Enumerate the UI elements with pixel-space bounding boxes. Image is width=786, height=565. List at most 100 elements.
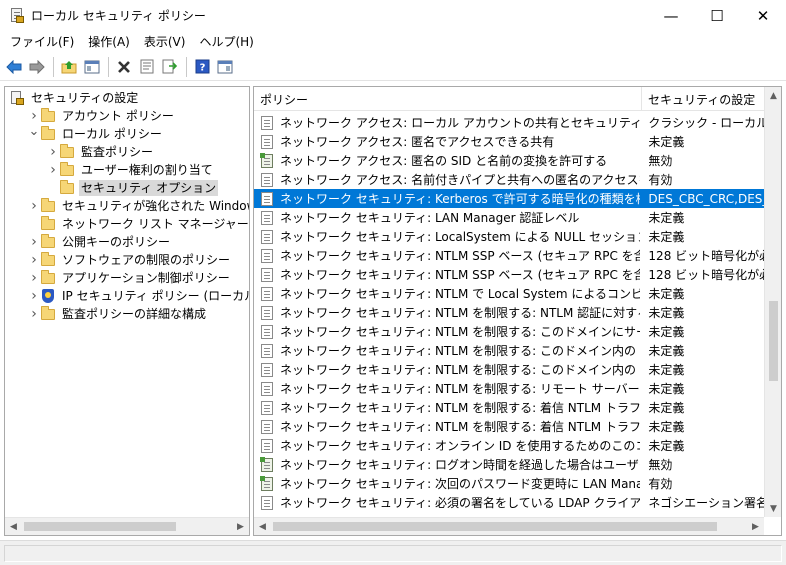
policy-name: ネットワーク セキュリティ: NTLM を制限する: このドメイン内の NTLM…	[280, 363, 640, 377]
list-row[interactable]: ネットワーク セキュリティ: オンライン ID を使用するためのこのコンピュータ…	[254, 436, 764, 455]
window-title: ローカル セキュリティ ポリシー	[31, 9, 206, 23]
chevron-right-icon[interactable]: ›	[28, 197, 40, 215]
minimize-button[interactable]: —	[648, 0, 694, 31]
back-button[interactable]	[3, 56, 25, 78]
help-button[interactable]: ?	[191, 56, 213, 78]
tree-item[interactable]: セキュリティ オプション	[47, 179, 219, 197]
scroll-right-icon[interactable]: ▶	[232, 518, 249, 535]
list-row[interactable]: ネットワーク セキュリティ: NTLM を制限する: このドメイン内の NTLM…	[254, 360, 764, 379]
security-setting-value: 未定義	[648, 363, 685, 377]
scroll-left-icon[interactable]: ◀	[254, 518, 271, 535]
list-row[interactable]: ネットワーク セキュリティ: 次回のパスワード変更時に LAN Manager …	[254, 474, 764, 493]
list-row[interactable]: ネットワーク セキュリティ: NTLM で Local System によるコン…	[254, 284, 764, 303]
chevron-right-icon[interactable]: ›	[28, 233, 40, 251]
chevron-right-icon[interactable]: ›	[47, 143, 59, 161]
tree-item[interactable]: › 監査ポリシーの詳細な構成	[28, 305, 208, 323]
scroll-down-icon[interactable]: ▼	[765, 500, 781, 517]
forward-button[interactable]	[26, 56, 48, 78]
policy-icon	[260, 495, 276, 510]
menu-action[interactable]: 操作(A)	[81, 32, 137, 52]
maximize-button[interactable]: ☐	[694, 0, 740, 31]
scroll-thumb[interactable]	[769, 301, 778, 381]
menu-file[interactable]: ファイル(F)	[3, 32, 81, 52]
tree-item[interactable]: › ソフトウェアの制限のポリシー	[28, 251, 232, 269]
list-row[interactable]: ネットワーク アクセス: 名前付きパイプと共有への匿名のアクセスを制限する有効	[254, 170, 764, 189]
security-setting-value: 128 ビット暗号化が必要	[648, 249, 764, 263]
tree-item[interactable]: › 公開キーのポリシー	[28, 233, 172, 251]
tree-item[interactable]: › ユーザー権利の割り当て	[47, 161, 215, 179]
security-setting-value: 無効	[648, 154, 673, 168]
tree-item[interactable]: › セキュリティが強化された Windows Defender ファイアウォール	[28, 197, 249, 215]
list-row[interactable]: ネットワーク セキュリティ: NTLM を制限する: NTLM 認証に対するリモ…	[254, 303, 764, 322]
policy-name: ネットワーク セキュリティ: NTLM を制限する: NTLM 認証に対するリモ…	[280, 306, 640, 320]
tree-item[interactable]: › IP セキュリティ ポリシー (ローカル コンピューター)	[28, 287, 249, 305]
list-row[interactable]: ネットワーク セキュリティ: LAN Manager 認証レベル 未定義	[254, 208, 764, 227]
chevron-right-icon[interactable]: ›	[28, 287, 40, 305]
list-row[interactable]: ネットワーク セキュリティ: NTLM SSP ベース (セキュア RPC を含…	[254, 265, 764, 284]
list-row[interactable]: ネットワーク セキュリティ: LocalSystem による NULL セッショ…	[254, 227, 764, 246]
column-header-policy[interactable]: ^ ポリシー	[254, 87, 642, 111]
tree-item[interactable]: › アカウント ポリシー	[28, 107, 176, 125]
tree-item[interactable]: ⌄セキュリティの設定	[9, 89, 140, 107]
up-folder-icon	[61, 60, 77, 73]
tree-item[interactable]: ⌄ ローカル ポリシー	[28, 122, 164, 143]
folder-icon	[40, 306, 56, 321]
security-setting-value: 未定義	[648, 306, 685, 320]
chevron-right-icon[interactable]: ›	[28, 305, 40, 323]
policy-name: ネットワーク セキュリティ: NTLM を制限する: 着信 NTLM トラフィッ…	[280, 420, 641, 434]
menu-help[interactable]: ヘルプ(H)	[192, 32, 260, 52]
delete-button[interactable]	[113, 56, 135, 78]
chevron-right-icon[interactable]: ›	[28, 269, 40, 287]
chevron-right-icon[interactable]: ›	[47, 161, 59, 179]
list-row[interactable]: ネットワーク セキュリティ: 必須の署名をしている LDAP クライアント ネゴシ…	[254, 493, 764, 512]
close-button[interactable]: ✕	[740, 0, 786, 31]
list-row[interactable]: ネットワーク アクセス: 匿名の SID と名前の変換を許可する 無効	[254, 151, 764, 170]
policy-name: ネットワーク セキュリティ: オンライン ID を使用するためのこのコンピュータ…	[280, 439, 640, 453]
help-icon: ?	[195, 59, 209, 74]
policy-icon	[260, 343, 276, 358]
scroll-up-icon[interactable]: ▲	[765, 87, 781, 104]
scroll-left-icon[interactable]: ◀	[5, 518, 22, 535]
up-one-level-button[interactable]	[58, 56, 80, 78]
list-row[interactable]: ネットワーク セキュリティ: NTLM を制限する: このドメイン内の NTLM…	[254, 341, 764, 360]
list-row[interactable]: ネットワーク セキュリティ: NTLM を制限する: 着信 NTLM トラフィッ…	[254, 417, 764, 436]
column-header-setting[interactable]: セキュリティの設定	[642, 87, 764, 111]
tree-item[interactable]: › 監査ポリシー	[47, 143, 155, 161]
list-horizontal-scrollbar[interactable]: ◀ ▶	[254, 517, 764, 535]
toolbar-separator	[53, 56, 54, 77]
security-setting-value: クラシック - ローカル ユーザー	[648, 116, 764, 130]
list-row[interactable]: ネットワーク アクセス: 匿名でアクセスできる共有 未定義	[254, 132, 764, 151]
tree-item[interactable]: ネットワーク リスト マネージャー ポリシー	[28, 215, 249, 233]
list-row[interactable]: ネットワーク セキュリティ: ログオン時間を経過した場合はユーザーを強制的にログ…	[254, 455, 764, 474]
list-pane[interactable]: ^ ポリシー セキュリティの設定 ネットワーク アクセス: ローカル アカウント…	[253, 86, 782, 536]
ipsec-shield-icon	[40, 289, 56, 303]
console-button[interactable]	[214, 56, 236, 78]
chevron-right-icon[interactable]: ›	[28, 251, 40, 269]
show-hide-tree-button[interactable]	[81, 56, 103, 78]
policy-name: ネットワーク アクセス: ローカル アカウントの共有とセキュリティ モデル	[280, 116, 641, 130]
list-vertical-scrollbar[interactable]: ▲ ▼	[764, 87, 781, 517]
scroll-right-icon[interactable]: ▶	[747, 518, 764, 535]
export-list-button[interactable]	[159, 56, 181, 78]
list-row[interactable]: ネットワーク アクセス: ローカル アカウントの共有とセキュリティ モデルクラシ…	[254, 113, 764, 132]
delete-icon	[118, 60, 130, 73]
chevron-down-icon[interactable]: ⌄	[28, 122, 40, 140]
properties-button[interactable]	[136, 56, 158, 78]
tree-item[interactable]: › アプリケーション制御ポリシー	[28, 269, 232, 287]
folder-icon	[40, 108, 56, 123]
security-setting-value: 未定義	[648, 401, 685, 415]
tree-horizontal-scrollbar[interactable]: ◀ ▶	[5, 517, 249, 535]
folder-icon	[40, 270, 56, 285]
list-row[interactable]: ネットワーク セキュリティ: NTLM を制限する: 着信 NTLM トラフィッ…	[254, 398, 764, 417]
tree-pane[interactable]: ⌄セキュリティの設定›アカウント ポリシー⌄ローカル ポリシー›監査ポリシー›ユ…	[4, 86, 250, 536]
menu-view[interactable]: 表示(V)	[137, 32, 193, 52]
policy-name: ネットワーク セキュリティ: NTLM SSP ベース (セキュア RPC を含…	[280, 268, 640, 282]
list-row[interactable]: ネットワーク セキュリティ: NTLM SSP ベース (セキュア RPC を含…	[254, 246, 764, 265]
policy-icon	[260, 400, 276, 415]
scroll-thumb[interactable]	[273, 522, 717, 531]
list-row[interactable]: ネットワーク セキュリティ: NTLM を制限する: リモート サーバーに対する…	[254, 379, 764, 398]
tree-item-label: セキュリティ オプション	[79, 180, 219, 196]
list-row[interactable]: ネットワーク セキュリティ: NTLM を制限する: このドメインにサーバーの例…	[254, 322, 764, 341]
list-row[interactable]: ネットワーク セキュリティ: Kerberos で許可する暗号化の種類を構成する…	[254, 189, 764, 208]
scroll-thumb[interactable]	[24, 522, 176, 531]
